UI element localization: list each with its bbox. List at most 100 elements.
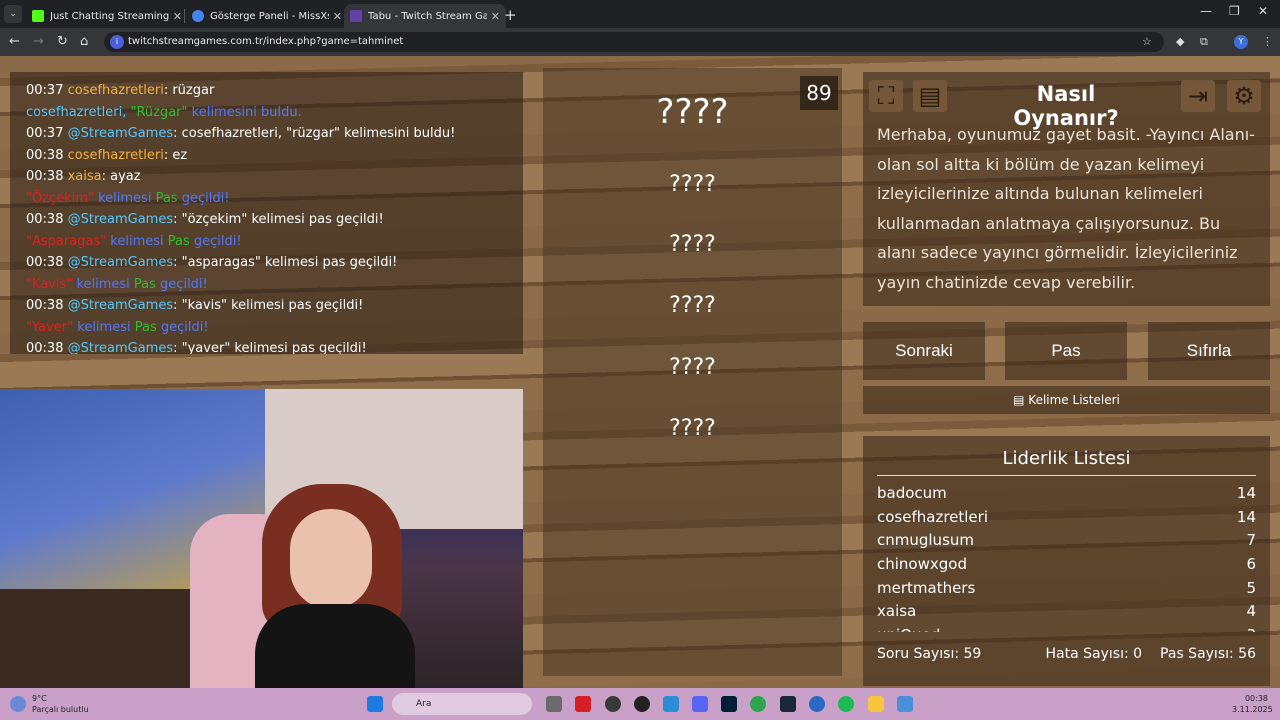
home-icon[interactable]: ⌂ [80,34,88,49]
spotify-icon[interactable] [838,696,854,712]
chat-segment: @StreamGames [67,298,174,313]
new-tab-icon[interactable]: + [504,6,517,24]
chat-segment: "Asparagas" [26,233,107,249]
player-name: cosefhazretleri [877,507,988,526]
close-tab-icon[interactable]: ✕ [491,10,500,23]
forbidden-word: ???? [669,416,716,441]
word-lists-button[interactable]: ▤ Kelime Listeleri [863,386,1270,414]
list-icon: ▤ [1013,393,1029,407]
leaderboard-row: badocum 14 [877,482,1256,506]
chat-segment: "Kavis" [26,276,73,292]
chat-message: 00:38 xaisa: ayaz [26,166,507,188]
chat-segment: Pas [134,319,157,335]
streamer-face-image [290,509,372,609]
player-score: 14 [1236,484,1256,502]
gear-icon[interactable]: ⚙ [1227,80,1261,112]
pass-button[interactable]: Pas [1005,322,1127,380]
chat-segment: : ez [163,147,188,163]
main-word: ???? [656,92,729,132]
tab-divider [184,9,185,23]
profile-avatar[interactable]: Y [1234,35,1248,49]
notes-icon[interactable]: ▤ [913,80,947,112]
forbidden-word: ???? [669,232,716,257]
chat-segment: : "yaver" kelimesi pas geçildi! [173,341,367,354]
browser-tab-kick[interactable]: Just Chatting Streaming - Live S ✕ [26,4,188,28]
chat-segment: : cosefhazretleri, "rüzgar" kelimesini b… [173,126,456,141]
tab-search-button[interactable]: ⌄ [4,5,22,23]
start-icon[interactable] [367,696,383,712]
chat-segment: kelimesi [93,190,156,206]
chat-message: 00:38 @StreamGames: "yaver" kelimesi pas… [26,338,507,354]
player-name: mertmathers [877,578,976,597]
leaderboard-title: Liderlik Listesi [877,448,1256,476]
minimize-icon[interactable]: — [1200,4,1212,18]
kick-favicon-icon [32,10,44,22]
player-name: cnmuglusum [877,531,975,550]
extensions-puzzle-icon[interactable]: ⧉ [1200,35,1208,49]
player-score: 6 [1246,555,1256,574]
forbidden-word: ???? [669,293,716,318]
windows-taskbar: 9°C Parçalı bulutlu Ara 00:38 3.11.2025 [0,688,1280,720]
player-name: uniQued [877,624,940,632]
next-button[interactable]: Sonraki [863,322,985,380]
chat-segment: xaisa [67,169,102,184]
chat-segment: geçildi! [189,233,242,249]
chrome-icon[interactable] [750,696,766,712]
browser-tab-dashboard[interactable]: Gösterge Paneli - MissXss Al Bu ✕ [186,4,348,28]
chat-message: 00:37 cosefhazretleri: rüzgar [26,80,507,102]
leaderboard-row: uniQued 3 [877,624,1256,632]
browser-tab-tabu[interactable]: Tabu - Twitch Stream Game ✕ [344,4,506,28]
close-tab-icon[interactable]: ✕ [173,10,182,23]
chat-segment: kelimesi [106,233,168,249]
site-info-icon[interactable]: i [110,35,124,49]
netflix-icon[interactable] [575,696,591,712]
photoshop-icon[interactable] [721,696,737,712]
leaderboard-row: chinowxgod 6 [877,553,1256,577]
reload-icon[interactable]: ↻ [57,34,68,49]
chat-segment: 00:38 [26,169,68,184]
how-to-play-panel: ⛶ ▤ Nasıl Oynanır? ⇥ ⚙ Merhaba, oyunumuz… [863,72,1270,306]
chat-segment: : "kavis" kelimesi pas geçildi! [173,298,364,313]
error-count: Hata Sayısı: 0 [1045,646,1143,662]
bookmark-star-icon[interactable]: ☆ [1142,35,1152,48]
back-icon[interactable]: ← [9,34,20,49]
streamer-body-image [255,604,415,688]
chat-message: 00:37 @StreamGames: cosefhazretleri, "rü… [26,123,507,145]
player-score: 3 [1246,624,1256,632]
app-icon[interactable] [663,696,679,712]
discord-icon[interactable] [692,696,708,712]
file-explorer-icon[interactable] [868,696,884,712]
reset-button[interactable]: Sıfırla [1148,322,1270,380]
system-clock[interactable]: 00:38 3.11.2025 [1232,693,1273,715]
weather-widget[interactable]: 9°C Parçalı bulutlu [32,693,89,715]
leaderboard-row: xaisa 4 [877,600,1256,624]
leaderboard-list[interactable]: badocum 14 cosefhazretleri 14 cnmuglusum 7 chi… [877,482,1256,632]
forward-icon[interactable]: → [33,34,44,49]
browser-icon[interactable] [809,696,825,712]
github-icon[interactable] [634,696,650,712]
app2-icon[interactable] [897,696,913,712]
weather-icon[interactable] [10,696,26,712]
task-view-icon[interactable] [546,696,562,712]
close-tab-icon[interactable]: ✕ [333,10,342,23]
url-field[interactable]: i twitchstreamgames.com.tr/index.php?gam… [104,32,1164,52]
obs-icon[interactable] [605,696,621,712]
restore-icon[interactable]: ❐ [1229,4,1240,18]
pass-count: Pas Sayısı: 56 [1160,646,1256,662]
fullscreen-icon[interactable]: ⛶ [869,80,903,112]
logout-icon[interactable]: ⇥ [1181,80,1215,112]
chat-segment: geçildi! [177,190,230,206]
menu-kebab-icon[interactable]: ⋮ [1262,35,1273,48]
chat-segment: 00:37 [26,126,68,141]
url-text: twitchstreamgames.com.tr/index.php?game=… [128,36,404,47]
steam-icon[interactable] [780,696,796,712]
close-window-icon[interactable]: ✕ [1258,4,1268,18]
extension-icon[interactable]: ◆ [1176,35,1184,48]
chat-segment: kelimesi [73,319,135,335]
chat-segment: kelimesini buldu. [187,104,302,120]
chat-segment: : "özçekim" kelimesi pas geçildi! [173,212,384,227]
stats-bar: Soru Sayısı: 59 Hata Sayısı: 0 Pas Sayıs… [877,646,1256,662]
leaderboard-panel: Liderlik Listesi badocum 14 cosefhazretler… [863,436,1270,686]
taskbar-search[interactable]: Ara [392,693,532,715]
player-name: badocum [877,484,947,502]
